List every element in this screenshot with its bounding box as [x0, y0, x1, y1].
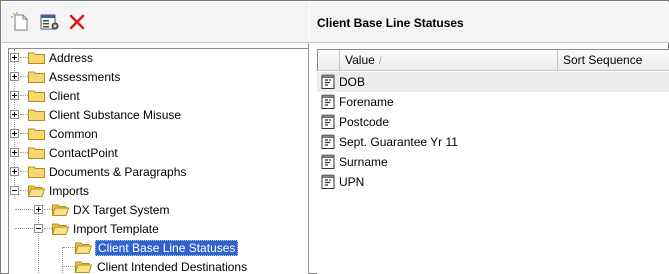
row-value: Forename: [339, 95, 394, 109]
panel-header: Client Base Line Statuses: [310, 2, 669, 43]
folder-icon: [28, 70, 45, 83]
left-pane: Address Assessments Client Client Substa…: [2, 2, 309, 274]
tree-item-label: Common: [49, 127, 98, 141]
delete-icon[interactable]: [66, 11, 88, 33]
column-header-sort-sequence[interactable]: Sort Sequence: [558, 50, 669, 71]
properties-icon[interactable]: [38, 11, 60, 33]
tree-view[interactable]: Address Assessments Client Client Substa…: [8, 48, 308, 274]
tree-item-label: Assessments: [49, 70, 121, 84]
column-header-label: Sort Sequence: [563, 53, 643, 67]
tree-item-label: Import Template: [73, 222, 159, 236]
expand-icon[interactable]: [10, 129, 19, 138]
table-row[interactable]: Sept. Guarantee Yr 11: [317, 132, 669, 152]
tree-item-label: Client Intended Destinations: [97, 260, 248, 274]
grid-header: Value / Sort Sequence: [317, 49, 669, 71]
table-row[interactable]: UPN: [317, 172, 669, 192]
table-row[interactable]: Postcode: [317, 112, 669, 132]
toolbar: [2, 2, 309, 43]
record-icon: [320, 74, 336, 90]
folder-icon: [28, 146, 45, 159]
folder-icon: [28, 165, 45, 178]
expand-icon[interactable]: [10, 91, 19, 100]
new-item-icon[interactable]: [10, 11, 32, 33]
tree-item-label: Client Substance Misuse: [49, 108, 182, 122]
expand-icon[interactable]: [34, 205, 43, 214]
open-folder-icon: [74, 241, 93, 254]
right-pane: Client Base Line Statuses Value / Sort Se…: [310, 2, 669, 274]
record-icon: [320, 174, 336, 190]
tree-item-label: Address: [49, 51, 94, 65]
folder-icon: [28, 127, 45, 140]
table-row[interactable]: Forename: [317, 92, 669, 112]
sort-indicator-icon: /: [378, 56, 382, 67]
open-folder-icon: [27, 184, 46, 197]
window-frame: Address Assessments Client Client Substa…: [0, 0, 669, 274]
collapse-icon[interactable]: [34, 224, 43, 233]
column-header-label: Value: [345, 53, 375, 67]
folder-icon: [28, 108, 45, 121]
expand-icon[interactable]: [10, 110, 19, 119]
row-value: DOB: [339, 75, 366, 89]
tree-item-label: ContactPoint: [49, 146, 118, 160]
tree-item-label: Documents & Paragraphs: [49, 165, 187, 179]
tree-connector: [38, 209, 39, 274]
row-selector-header: [318, 50, 340, 71]
collapse-icon[interactable]: [10, 186, 19, 195]
record-icon: [320, 114, 336, 130]
record-icon: [320, 154, 336, 170]
table-row[interactable]: DOB: [317, 72, 669, 92]
open-folder-icon: [51, 222, 70, 235]
row-value: Surname: [339, 155, 388, 169]
folder-icon: [28, 51, 45, 64]
tree-item-label: Imports: [49, 184, 90, 198]
tree-connector: [62, 247, 63, 274]
folder-icon: [28, 89, 45, 102]
row-value: Postcode: [339, 115, 390, 129]
panel-title: Client Base Line Statuses: [317, 16, 464, 30]
column-header-value[interactable]: Value /: [340, 50, 558, 71]
record-icon: [320, 94, 336, 110]
values-grid[interactable]: Value / Sort Sequence DOB Forename Postco…: [317, 49, 669, 274]
tree-item-label-selected: Client Base Line Statuses: [95, 240, 239, 256]
tree-item-label: DX Target System: [73, 203, 170, 217]
row-value: Sept. Guarantee Yr 11: [339, 135, 458, 149]
table-row[interactable]: Surname: [317, 152, 669, 172]
row-value: UPN: [339, 175, 365, 189]
expand-icon[interactable]: [10, 148, 19, 157]
expand-icon[interactable]: [10, 167, 19, 176]
record-icon: [320, 134, 336, 150]
tree-item-label: Client: [49, 89, 80, 103]
expand-icon[interactable]: [10, 72, 19, 81]
open-folder-icon: [74, 260, 93, 273]
expand-icon[interactable]: [10, 53, 19, 62]
folder-icon: [51, 203, 70, 216]
